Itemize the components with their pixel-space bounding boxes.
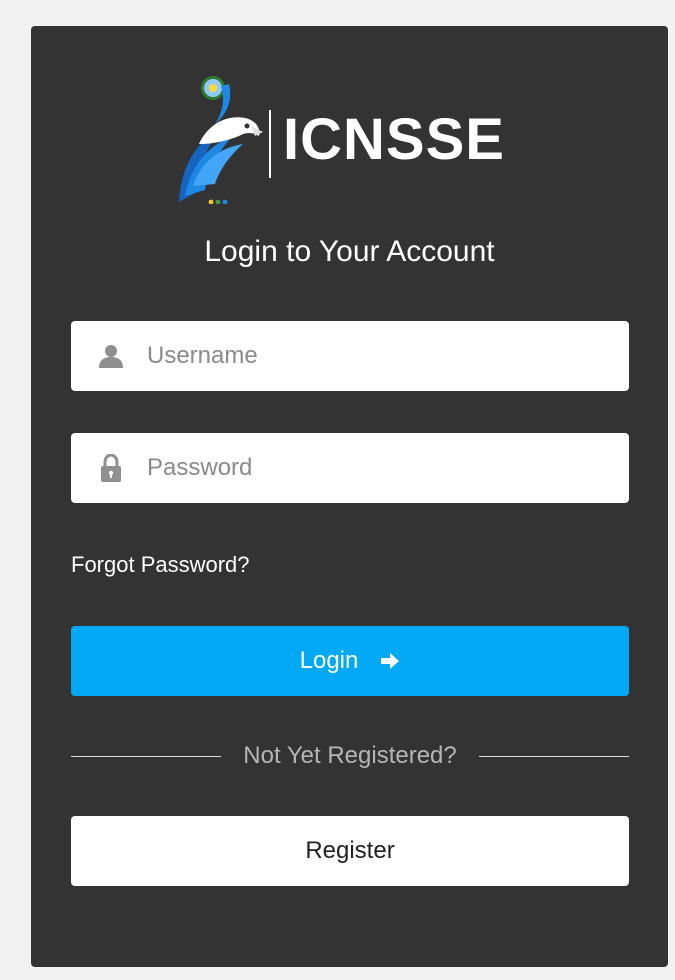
forgot-password-link[interactable]: Forgot Password? <box>71 548 250 582</box>
lock-icon <box>93 453 129 483</box>
not-registered-text: Not Yet Registered? <box>243 742 457 769</box>
username-field[interactable] <box>71 321 629 391</box>
divider-line-right <box>478 755 630 757</box>
divider-line-left <box>71 755 222 757</box>
brand-name: ICNSSE <box>283 107 505 172</box>
user-icon <box>93 341 129 371</box>
arrow-right-icon <box>380 652 400 670</box>
register-button[interactable]: Register <box>71 816 629 886</box>
login-page: ICNSSE Login to Your Account Username Fo… <box>0 0 675 980</box>
login-button-label: Login <box>299 647 359 674</box>
password-input[interactable] <box>145 447 609 489</box>
logo-divider <box>269 110 271 178</box>
login-button[interactable]: Login <box>71 626 629 696</box>
username-input[interactable] <box>145 335 609 377</box>
eagle-emblem-icon <box>179 76 263 204</box>
brand-logo: ICNSSE <box>171 74 531 204</box>
login-card: ICNSSE Login to Your Account Username Fo… <box>31 26 668 967</box>
register-divider: Not Yet Registered? <box>71 734 630 778</box>
page-title: Login to Your Account <box>204 235 495 268</box>
password-field[interactable] <box>71 433 629 503</box>
